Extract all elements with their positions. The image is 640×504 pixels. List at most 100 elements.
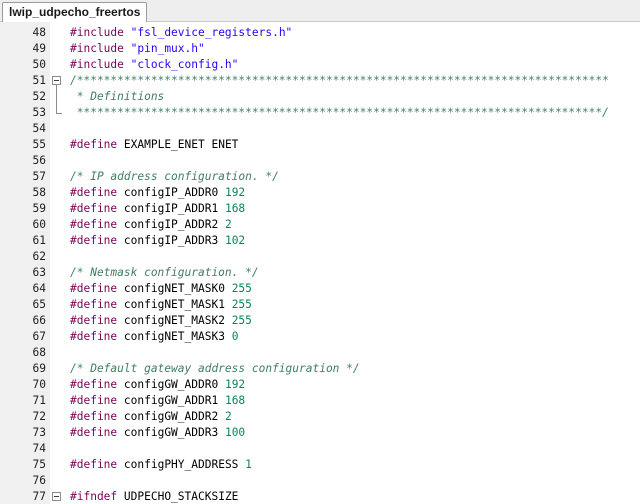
string-literal: "pin_mux.h": [130, 42, 205, 55]
comment: * Definitions: [70, 90, 165, 103]
preprocessor-directive: #include: [70, 58, 124, 71]
line-number: 71: [32, 394, 46, 407]
code-line[interactable]: 71 #define configGW_ADDR1 168: [0, 393, 640, 409]
code-text: #define configIP_ADDR0 192: [70, 185, 245, 201]
line-number: 70: [32, 378, 46, 391]
code-line[interactable]: 75 #define configPHY_ADDRESS 1: [0, 457, 640, 473]
tab-lwip-udpecho-freertos[interactable]: lwip_udpecho_freertos: [2, 2, 148, 22]
identifier: configIP_ADDR2: [123, 218, 225, 231]
code-line[interactable]: 62: [0, 249, 640, 265]
code-line[interactable]: 70 #define configGW_ADDR0 192: [0, 377, 640, 393]
code-line[interactable]: 65 #define configNET_MASK1 255: [0, 297, 640, 313]
code-line[interactable]: 61 #define configIP_ADDR3 102: [0, 233, 640, 249]
code-line[interactable]: 66 #define configNET_MASK2 255: [0, 313, 640, 329]
preprocessor-directive: #define: [70, 378, 118, 391]
code-line[interactable]: 68: [0, 345, 640, 361]
comment: ****************************************…: [70, 106, 609, 119]
code-line[interactable]: 56: [0, 153, 640, 169]
preprocessor-directive: #define: [70, 202, 118, 215]
code-text: /***************************************…: [70, 73, 609, 89]
line-number: 69: [32, 362, 46, 375]
number-literal: 100: [224, 426, 246, 439]
preprocessor-directive: #define: [70, 314, 118, 327]
number-literal: 1: [245, 458, 252, 471]
code-text: #define configGW_ADDR2 2: [70, 409, 232, 425]
number-literal: 255: [231, 314, 252, 327]
code-line[interactable]: 73 #define configGW_ADDR3 100: [0, 425, 640, 441]
code-text: #include "pin_mux.h": [70, 41, 205, 57]
comment: /* Default gateway address configuration…: [70, 362, 360, 375]
code-line[interactable]: 76: [0, 473, 640, 489]
code-line[interactable]: 49 #include "pin_mux.h": [0, 41, 640, 57]
code-line[interactable]: 72 #define configGW_ADDR2 2: [0, 409, 640, 425]
tab-bar: lwip_udpecho_freertos: [0, 0, 640, 22]
line-number: 56: [32, 154, 46, 167]
code-text: #define configIP_ADDR1 168: [70, 201, 245, 217]
code-line[interactable]: 64 #define configNET_MASK0 255: [0, 281, 640, 297]
preprocessor-directive: #define: [70, 458, 118, 471]
code-line[interactable]: 54: [0, 121, 640, 137]
code-line[interactable]: 67 #define configNET_MASK3 0: [0, 329, 640, 345]
code-line[interactable]: 77 #ifndef UDPECHO_STACKSIZE: [0, 489, 640, 504]
line-number: 77: [32, 490, 46, 503]
code-text: #define configIP_ADDR3 102: [70, 233, 245, 249]
line-number: 64: [32, 282, 46, 295]
code-editor[interactable]: 48 #include "fsl_device_registers.h" 49 #in…: [0, 22, 640, 504]
code-line[interactable]: 57 /* IP address configuration. */: [0, 169, 640, 185]
code-text: #define configGW_ADDR3 100: [70, 425, 245, 441]
code-text: #include "fsl_device_registers.h": [70, 25, 292, 41]
number-literal: 168: [224, 202, 246, 215]
code-line[interactable]: 60 #define configIP_ADDR2 2: [0, 217, 640, 233]
preprocessor-directive: #include: [70, 26, 124, 39]
line-number: 54: [32, 122, 46, 135]
number-literal: 102: [224, 234, 246, 247]
number-literal: 0: [231, 330, 239, 343]
identifier: configGW_ADDR1: [123, 394, 225, 407]
code-line[interactable]: 58 #define configIP_ADDR0 192: [0, 185, 640, 201]
line-number: 72: [32, 410, 46, 423]
code-line[interactable]: 52 * Definitions: [0, 89, 640, 105]
code-line[interactable]: 74: [0, 441, 640, 457]
identifier: configIP_ADDR0: [123, 186, 225, 199]
code-text: #define configNET_MASK1 255: [70, 297, 252, 313]
line-number: 65: [32, 298, 46, 311]
preprocessor-directive: #define: [70, 394, 118, 407]
line-number: 66: [32, 314, 46, 327]
comment: /* IP address configuration. */: [70, 170, 279, 183]
number-literal: 255: [231, 298, 252, 311]
line-number: 74: [32, 442, 46, 455]
identifier: UDPECHO_STACKSIZE: [123, 490, 239, 503]
code-line[interactable]: 50 #include "clock_config.h": [0, 57, 640, 73]
code-text: /* Netmask configuration. */: [70, 265, 259, 281]
number-literal: 192: [224, 186, 246, 199]
code-text: #define configIP_ADDR2 2: [70, 217, 232, 233]
line-number: 75: [32, 458, 46, 471]
code-line[interactable]: 53 *************************************…: [0, 105, 640, 121]
code-text: #ifndef UDPECHO_STACKSIZE: [70, 489, 238, 504]
fold-toggle-icon[interactable]: [52, 492, 61, 501]
preprocessor-directive: #define: [70, 218, 118, 231]
code-line[interactable]: 69 /* Default gateway address configurati…: [0, 361, 640, 377]
code-text: /* IP address configuration. */: [70, 169, 279, 185]
fold-toggle-icon[interactable]: [52, 76, 61, 85]
line-number: 61: [32, 234, 46, 247]
line-number: 67: [32, 330, 46, 343]
code-line[interactable]: 63 /* Netmask configuration. */: [0, 265, 640, 281]
identifier: configNET_MASK0: [123, 282, 232, 295]
fold-region-end: [56, 113, 62, 114]
code-line[interactable]: 59 #define configIP_ADDR1 168: [0, 201, 640, 217]
code-text: #define EXAMPLE_ENET ENET: [70, 137, 238, 153]
code-text: #include "clock_config.h": [70, 57, 238, 73]
line-number: 53: [32, 106, 46, 119]
code-line[interactable]: 51 /*************************************…: [0, 73, 640, 89]
code-line[interactable]: 55 #define EXAMPLE_ENET ENET: [0, 137, 640, 153]
number-literal: 168: [224, 394, 246, 407]
code-line[interactable]: 48 #include "fsl_device_registers.h": [0, 25, 640, 41]
